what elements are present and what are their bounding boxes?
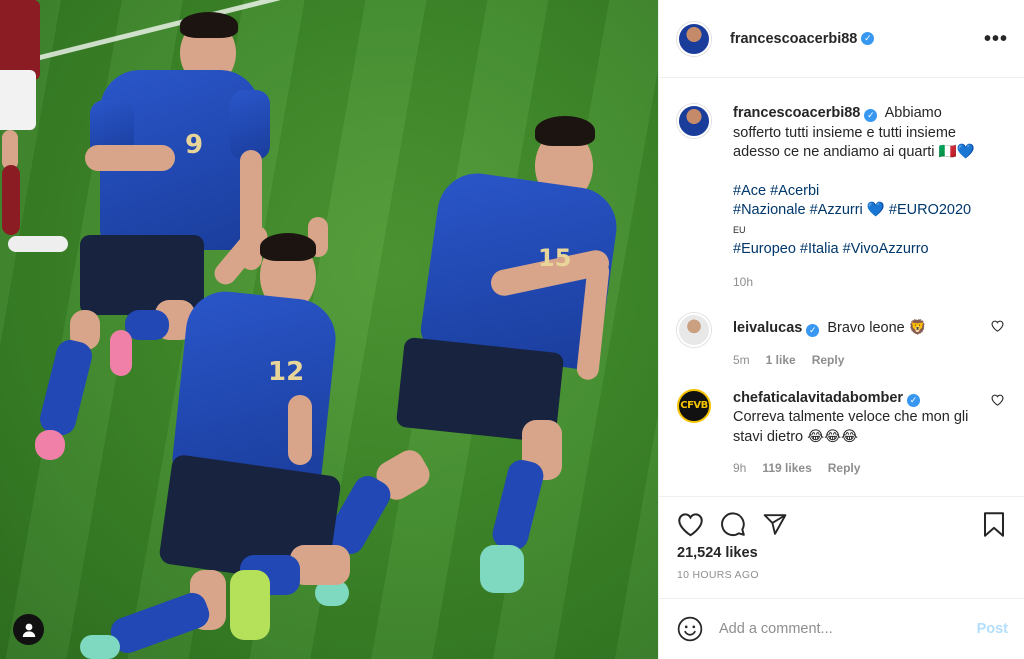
player-number-12: 12	[80, 215, 370, 659]
hashtags-line-2[interactable]: #Nazionale #Azzurri	[733, 202, 863, 218]
commenter-avatar[interactable]	[677, 312, 711, 347]
post-actions: 21,524 likes 10 HOURS AGO	[659, 496, 1024, 598]
caption-time[interactable]: 10h	[733, 273, 753, 293]
like-comment-heart-icon[interactable]	[991, 319, 1004, 337]
verified-badge-icon: ✓	[806, 323, 820, 337]
hashtags-line-1[interactable]: #Ace #Acerbi	[733, 183, 819, 199]
like-heart-icon[interactable]	[677, 512, 704, 537]
comment-time[interactable]: 9h	[733, 459, 746, 479]
caption-meta: 10h	[733, 273, 976, 293]
like-comment-heart-icon[interactable]	[991, 393, 1004, 411]
verified-badge-icon: ✓	[864, 109, 878, 122]
post-photo[interactable]: 9 15 12	[0, 0, 658, 659]
comment-item: leivalucas ✓ Bravo leone 🦁 5m 1 like Repl…	[677, 312, 1006, 371]
likes-count[interactable]: 21,524 likes	[677, 545, 1006, 561]
commenter-username[interactable]: chefaticalavitadabomber	[733, 390, 903, 406]
blue-heart-emoji: 💙	[956, 144, 975, 160]
author-username[interactable]: francescoacerbi88	[730, 31, 857, 47]
verified-badge-icon: ✓	[861, 32, 875, 45]
reply-button[interactable]: Reply	[828, 459, 861, 479]
hashtags-line-3[interactable]: #Europeo #Italia #VivoAzzurro	[733, 241, 929, 257]
more-options-icon[interactable]: •••	[984, 29, 1008, 49]
commenter-avatar[interactable]: CFVB	[677, 388, 711, 423]
blue-heart-emoji: 💙	[866, 202, 885, 218]
post-time-ago[interactable]: 10 HOURS AGO	[677, 569, 1006, 581]
emoji-smiley-icon[interactable]	[677, 616, 703, 642]
comment-item: CFVB chefaticalavitadabomber ✓ Correva ta…	[677, 388, 1006, 479]
comment-text: Correva talmente veloce che mon gli stav…	[733, 409, 969, 445]
caption-hashtags: #Ace #Acerbi #Nazionale #Azzurri 💙 #EURO…	[733, 182, 976, 260]
jersey-number: 9	[185, 130, 204, 160]
eu-flag-emoji: EU	[733, 224, 746, 235]
user-icon	[22, 623, 35, 637]
caption-author-username[interactable]: francescoacerbi88	[733, 105, 860, 121]
comments-section[interactable]: francescoacerbi88 ✓ Abbiamo sofferto tutt…	[659, 78, 1024, 496]
reply-button[interactable]: Reply	[812, 351, 845, 371]
comment-meta: 5m 1 like Reply	[733, 351, 976, 371]
share-paper-plane-icon[interactable]	[762, 512, 788, 537]
add-comment-bar: Add a comment... Post	[659, 598, 1024, 659]
post-side-panel: francescoacerbi88 ✓ ••• francescoacerbi8…	[658, 0, 1024, 659]
comment-bubble-icon[interactable]	[720, 511, 746, 537]
comment-text: Bravo leone 🦁	[827, 319, 927, 336]
post-caption: francescoacerbi88 ✓ Abbiamo sofferto tutt…	[677, 104, 1006, 293]
post-header: francescoacerbi88 ✓ •••	[659, 0, 1024, 78]
add-comment-input[interactable]: Add a comment...	[719, 621, 977, 637]
tagged-users-button[interactable]	[13, 614, 44, 645]
commenter-username[interactable]: leivalucas	[733, 320, 802, 336]
comment-time[interactable]: 5m	[733, 351, 750, 371]
hashtag-euro2020[interactable]: #EURO2020	[889, 202, 971, 218]
caption-author-avatar[interactable]	[677, 104, 711, 138]
save-bookmark-icon[interactable]	[982, 511, 1006, 538]
jersey-number: 15	[538, 244, 572, 272]
comment-meta: 9h 119 likes Reply	[733, 459, 976, 479]
jersey-number: 12	[268, 357, 305, 387]
author-avatar[interactable]	[677, 21, 711, 56]
verified-badge-icon: ✓	[907, 393, 921, 407]
comment-likes[interactable]: 1 like	[766, 351, 796, 371]
post-comment-button[interactable]: Post	[977, 621, 1008, 637]
comment-likes[interactable]: 119 likes	[762, 459, 811, 479]
